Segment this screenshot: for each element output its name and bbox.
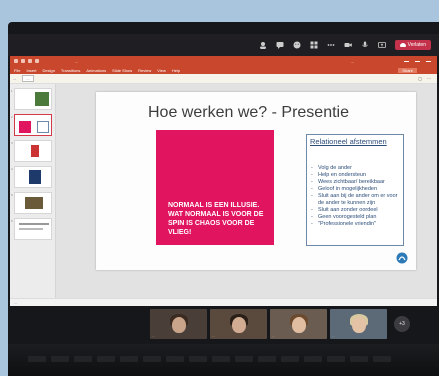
ppt-status-bar: ...: [10, 298, 437, 306]
keyboard-keys: [28, 356, 391, 362]
relational-list: Volg de ander Help en ondersteun Wees zi…: [311, 165, 403, 228]
thumbnail-image: [25, 197, 43, 209]
document-title: ...: [75, 58, 79, 64]
message-bar-button[interactable]: ...: [22, 75, 34, 82]
participant-video[interactable]: ...: [210, 309, 267, 339]
redo-icon[interactable]: [35, 59, 39, 63]
slide-number: 1: [11, 89, 13, 93]
ppt-menu-bar: File Insert Design Transitions Animation…: [10, 66, 437, 74]
menu-file[interactable]: File: [14, 68, 20, 73]
thumbnail-image: [31, 145, 39, 157]
slide-number: 4: [11, 167, 13, 171]
organization-logo: [396, 252, 408, 264]
powerpoint-window: ... ... File Insert Design Transitions A…: [10, 56, 437, 306]
slide-title[interactable]: Hoe werken we? - Presentie: [148, 104, 349, 122]
share-button[interactable]: Share: [398, 67, 417, 73]
list-item: Volg de ander: [311, 165, 403, 172]
message-bar-notice: ...: [13, 76, 17, 81]
relational-heading: Relationeel afstemmen: [310, 137, 387, 146]
participant-face: [232, 317, 246, 333]
slide-thumbnail-active[interactable]: 2: [11, 114, 52, 136]
mic-icon[interactable]: [361, 41, 369, 49]
phone-icon: [399, 43, 406, 47]
participant-name: ...: [272, 334, 275, 338]
thumbnail-text: [19, 228, 43, 230]
participant-video[interactable]: ...: [150, 309, 207, 339]
list-item: Sluit aan zonder oordeel: [311, 207, 403, 214]
thumbnail-image: [19, 121, 31, 133]
quote-text: NORMAAL IS EEN ILLUSIE. WAT NORMAAL IS V…: [168, 202, 264, 236]
save-icon[interactable]: [21, 59, 25, 63]
slide-editing-area[interactable]: Hoe werken we? - Presentie NORMAAL IS EE…: [56, 84, 437, 306]
participant-face: [172, 317, 186, 333]
participant-name: ...: [152, 334, 155, 338]
participant-video[interactable]: ...: [330, 309, 387, 339]
menu-transitions[interactable]: Transitions: [61, 68, 80, 73]
people-icon[interactable]: [259, 41, 267, 49]
participant-video-strip: ... ... ... ...: [150, 309, 390, 339]
rooms-icon[interactable]: [310, 41, 318, 49]
reactions-icon[interactable]: [293, 41, 301, 49]
laptop-keyboard-edge: [8, 344, 439, 376]
list-item: Help en ondersteun: [311, 172, 403, 179]
slide-number: 6: [11, 219, 13, 223]
menu-insert[interactable]: Insert: [26, 68, 36, 73]
share-icon[interactable]: [377, 41, 386, 49]
teams-meeting-toolbar: Verlaten: [8, 34, 439, 56]
quote-box[interactable]: NORMAAL IS EEN ILLUSIE. WAT NORMAAL IS V…: [156, 130, 274, 245]
slide-thumbnail[interactable]: 1: [11, 88, 52, 110]
participant-video[interactable]: ...: [270, 309, 327, 339]
slide-thumbnail[interactable]: 3: [11, 140, 52, 162]
ppt-body: 1 2 3 4 5 6 Hoe werken we? - Presentie N…: [10, 84, 437, 306]
current-slide[interactable]: Hoe werken we? - Presentie NORMAAL IS EE…: [96, 92, 416, 270]
relational-textbox[interactable]: Relationeel afstemmen Volg de ander Help…: [306, 134, 404, 246]
menu-review[interactable]: Review: [138, 68, 151, 73]
menu-animations[interactable]: Animations: [86, 68, 106, 73]
slide-thumbnail[interactable]: 5: [11, 192, 52, 214]
slide-number: 3: [11, 141, 13, 145]
more-participants-button[interactable]: +3: [394, 316, 410, 332]
leave-button[interactable]: Verlaten: [394, 40, 431, 50]
slide-thumbnail-pane[interactable]: 1 2 3 4 5 6: [10, 84, 56, 306]
list-item: Sluit aan bij de ander om er voor de and…: [311, 193, 403, 207]
ppt-title-bar: ... ...: [10, 56, 437, 66]
thumbnail-text: [19, 223, 49, 225]
list-item: Geen voorogesteld plan: [311, 214, 403, 221]
window-controls: [404, 60, 431, 62]
menu-help[interactable]: Help: [172, 68, 180, 73]
more-options-icon[interactable]: ⋯: [427, 76, 431, 81]
logo-icon: [396, 252, 408, 264]
list-item: Wees zichtbaar/ bereikbaar: [311, 179, 403, 186]
autosave-icon[interactable]: [14, 59, 18, 63]
participant-face: [352, 317, 366, 333]
close-icon[interactable]: [426, 60, 431, 62]
minimize-icon[interactable]: [404, 60, 409, 62]
comments-icon[interactable]: ▢: [418, 76, 422, 81]
chat-icon[interactable]: [276, 41, 284, 49]
thumbnail-image: [37, 121, 49, 133]
menu-slideshow[interactable]: Slide Show: [112, 68, 132, 73]
more-icon[interactable]: [327, 41, 335, 49]
leave-label: Verlaten: [407, 42, 426, 48]
slide-thumbnail[interactable]: 4: [11, 166, 52, 188]
menu-view[interactable]: View: [157, 68, 166, 73]
maximize-icon[interactable]: [415, 60, 420, 62]
participant-face: [292, 317, 306, 333]
participant-name: ...: [332, 334, 335, 338]
participant-name: ...: [212, 334, 215, 338]
slide-number: 5: [11, 193, 13, 197]
list-item: "Professionele vriendin": [311, 221, 403, 228]
slide-thumbnail[interactable]: 6: [11, 218, 52, 240]
thumbnail-image: [35, 92, 49, 106]
slide-number: 2: [11, 115, 13, 119]
user-name[interactable]: ...: [351, 59, 354, 64]
menu-design[interactable]: Design: [42, 68, 54, 73]
undo-icon[interactable]: [28, 59, 32, 63]
quick-access-toolbar: [14, 59, 39, 63]
ppt-message-bar: ... ... ▢ ⋯: [10, 74, 437, 84]
list-item: Geloof in mogelijkheden: [311, 186, 403, 193]
camera-icon[interactable]: [344, 41, 352, 49]
ribbon-right: ▢ ⋯: [418, 76, 431, 81]
thumbnail-image: [29, 170, 41, 184]
